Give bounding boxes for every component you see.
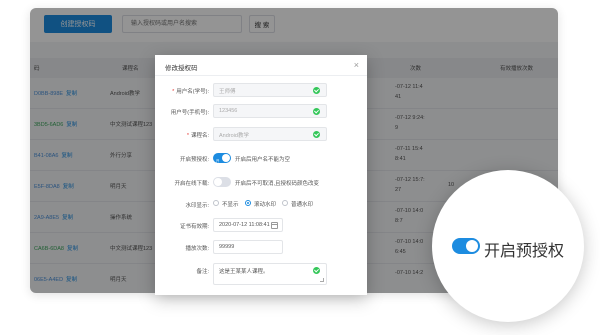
field-note: 备注: 这是王某某人课程。 [155, 263, 367, 285]
field-preauth: 开启预授权: 开 开启后用户名不能为空 [155, 151, 367, 167]
note-textarea[interactable]: 这是王某某人课程。 [213, 263, 327, 285]
magnifier-callout: 开启预授权 [432, 170, 584, 322]
toggle-knob [214, 178, 222, 186]
watermark-label: 水印显示: [185, 203, 209, 209]
download-description: 开启后不可取消,且授权码颜色改变 [235, 181, 320, 187]
preauth-toggle[interactable]: 开 [213, 153, 231, 163]
field-username: * 用户名(学号): 王师傅 [155, 83, 367, 99]
expiry-datepicker[interactable]: 2020-07-12 11:08:41 [213, 218, 283, 232]
download-label: 开启在线下载: [174, 181, 209, 187]
valid-check-icon [313, 131, 320, 138]
course-label: * 课程名: [186, 133, 209, 139]
divider [155, 75, 367, 76]
plays-label: 播放次数: [185, 246, 209, 252]
preauth-description: 开启后用户名不能为空 [235, 157, 291, 163]
preauth-label: 开启预授权: [179, 157, 209, 163]
watermark-scroll-label: 滚动水印 [254, 202, 277, 208]
edit-auth-code-dialog: 修改授权码 × * 用户名(学号): 王师傅 用户号(手机号): 123456 *… [155, 55, 367, 295]
field-download: 开启在线下载: 开启后不可取消,且授权码颜色改变 [155, 175, 367, 191]
dialog-title: 修改授权码 [165, 65, 198, 72]
watermark-none-label: 不显示 [222, 202, 239, 208]
field-plays: 播放次数: 99999 [155, 240, 367, 256]
toggle-knob [222, 154, 230, 162]
watermark-scroll-radio[interactable] [245, 200, 251, 206]
plays-input[interactable]: 99999 [213, 240, 283, 254]
calendar-icon [271, 222, 278, 229]
valid-check-icon [313, 267, 320, 274]
course-input[interactable]: Android教学 [213, 127, 327, 141]
field-course: * 课程名: Android教学 [155, 127, 367, 143]
phone-label: 用户号(手机号): [170, 110, 209, 116]
valid-check-icon [313, 87, 320, 94]
username-input[interactable]: 王师傅 [213, 83, 327, 97]
resize-grip-icon[interactable] [320, 278, 324, 282]
watermark-none-radio[interactable] [213, 200, 219, 206]
field-expiry: 证书有效期: 2020-07-12 11:08:41 [155, 218, 367, 234]
toggle-knob [466, 240, 478, 252]
download-toggle[interactable] [213, 177, 231, 187]
expiry-label: 证书有效期: [179, 224, 209, 230]
field-watermark: 水印显示: 不显示 滚动水印 普通水印 [155, 197, 367, 213]
note-label: 备注: [196, 269, 209, 275]
preauth-toggle-zoomed [452, 238, 480, 254]
toggle-on-text: 开 [216, 159, 220, 163]
watermark-normal-label: 普通水印 [291, 202, 314, 208]
close-icon[interactable]: × [354, 60, 359, 70]
username-label: * 用户名(学号): [172, 89, 209, 95]
field-phone: 用户号(手机号): 123456 [155, 104, 367, 120]
phone-input[interactable]: 123456 [213, 104, 327, 118]
watermark-normal-radio[interactable] [282, 200, 288, 206]
preauth-zoomed-label: 开启预授权 [484, 241, 565, 260]
valid-check-icon [313, 108, 320, 115]
